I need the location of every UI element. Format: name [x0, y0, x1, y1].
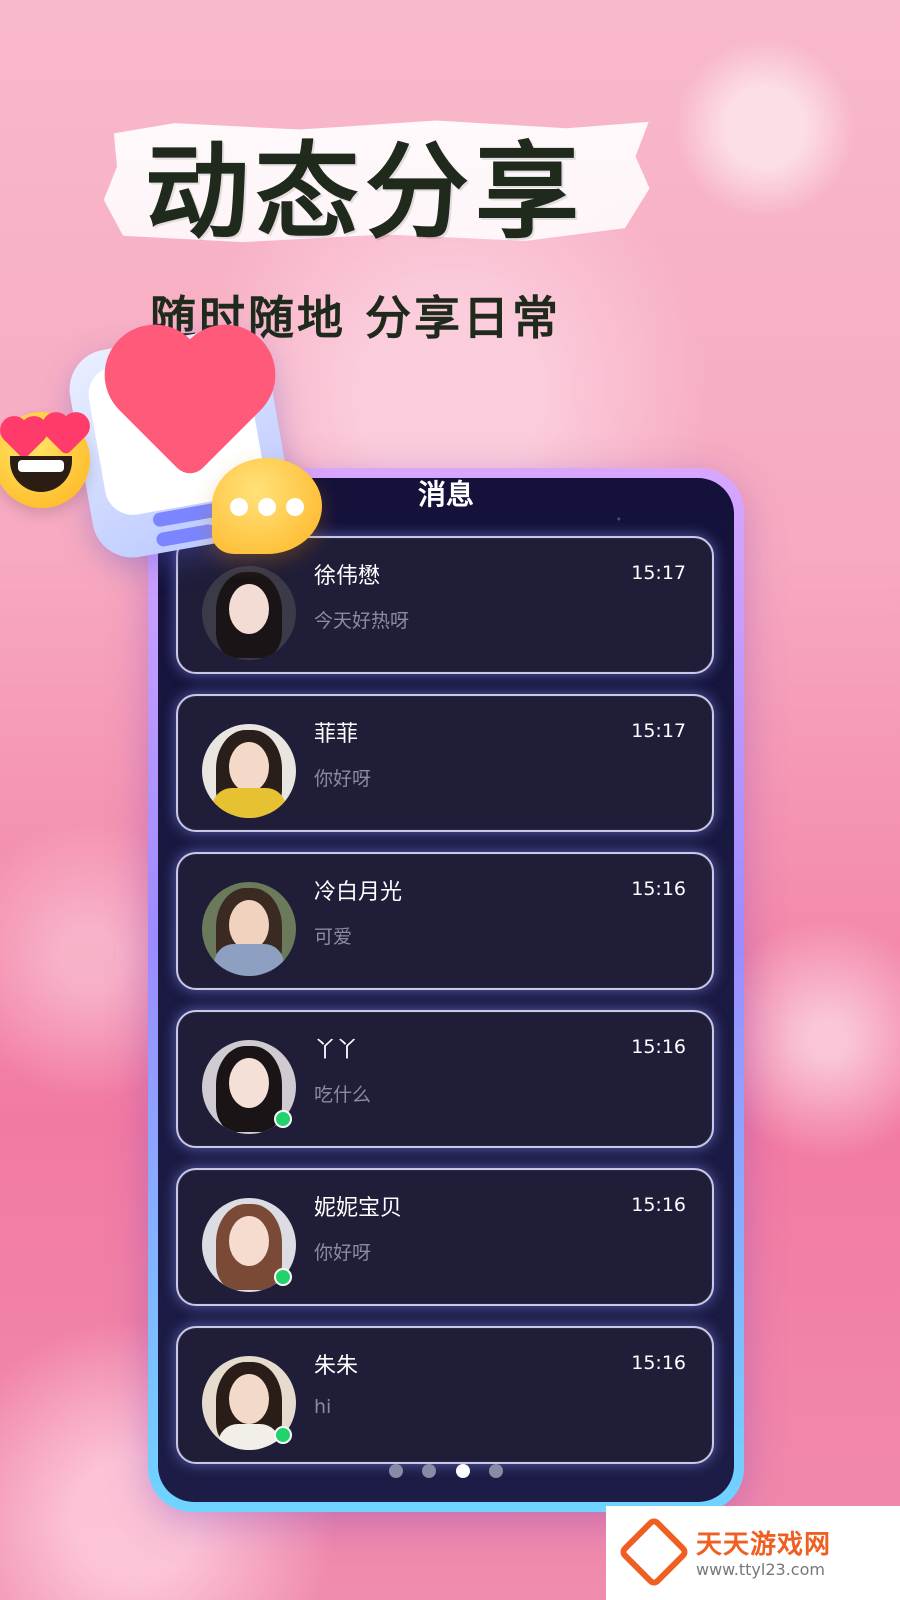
watermark: 天天游戏网 www.ttyl23.com — [606, 1506, 900, 1600]
contact-name: 妮妮宝贝 — [314, 1196, 403, 1221]
promo-headline: 动态分享 — [145, 131, 586, 253]
contact-name: 丫丫 — [314, 1038, 359, 1063]
online-indicator — [274, 1268, 292, 1286]
message-time: 15:16 — [631, 878, 686, 900]
page-dot[interactable] — [488, 1464, 503, 1478]
avatar — [202, 882, 296, 976]
page-dot-active[interactable] — [455, 1464, 470, 1478]
online-indicator — [274, 1110, 292, 1128]
messages-screen: 消息 徐伟懋 今天好热呀 15:17 菲菲 你好呀 15:17 冷白月光 可爱 … — [158, 478, 734, 1502]
avatar — [202, 724, 296, 818]
message-preview: hi — [314, 1396, 332, 1418]
message-preview: 你好呀 — [314, 768, 372, 790]
conversation-item[interactable]: 徐伟懋 今天好热呀 15:17 — [176, 536, 714, 674]
online-indicator — [274, 1426, 292, 1444]
contact-name: 朱朱 — [314, 1354, 359, 1379]
watermark-url: www.ttyl23.com — [696, 1560, 825, 1579]
page-dot[interactable] — [389, 1464, 404, 1478]
contact-name: 菲菲 — [314, 722, 359, 747]
message-time: 15:16 — [631, 1036, 686, 1058]
message-preview: 可爱 — [314, 926, 353, 948]
conversation-item[interactable]: 朱朱 hi 15:16 — [176, 1326, 714, 1464]
page-dot[interactable] — [422, 1464, 437, 1478]
conversation-item[interactable]: 冷白月光 可爱 15:16 — [176, 852, 714, 990]
message-preview: 今天好热呀 — [314, 610, 410, 632]
avatar — [202, 566, 296, 660]
conversation-item[interactable]: 妮妮宝贝 你好呀 15:16 — [176, 1168, 714, 1306]
heart-eyes-emoji-icon — [0, 412, 90, 508]
message-preview: 你好呀 — [314, 1242, 372, 1264]
message-time: 15:17 — [631, 720, 686, 742]
conversation-item[interactable]: 菲菲 你好呀 15:17 — [176, 694, 714, 832]
watermark-brand: 天天游戏网 — [696, 1530, 832, 1560]
phone-mockup: 消息 徐伟懋 今天好热呀 15:17 菲菲 你好呀 15:17 冷白月光 可爱 … — [148, 468, 744, 1512]
message-time: 15:16 — [631, 1352, 686, 1374]
message-time: 15:17 — [631, 562, 686, 584]
message-time: 15:16 — [631, 1194, 686, 1216]
message-preview: 吃什么 — [314, 1084, 372, 1106]
watermark-logo-icon — [617, 1515, 691, 1589]
message-list: 徐伟懋 今天好热呀 15:17 菲菲 你好呀 15:17 冷白月光 可爱 15:… — [176, 536, 714, 1484]
contact-name: 冷白月光 — [314, 880, 403, 905]
contact-name: 徐伟懋 — [314, 564, 381, 589]
page-indicator — [158, 1463, 734, 1482]
chat-bubble-icon — [212, 458, 322, 554]
conversation-item[interactable]: 丫丫 吃什么 15:16 — [176, 1010, 714, 1148]
